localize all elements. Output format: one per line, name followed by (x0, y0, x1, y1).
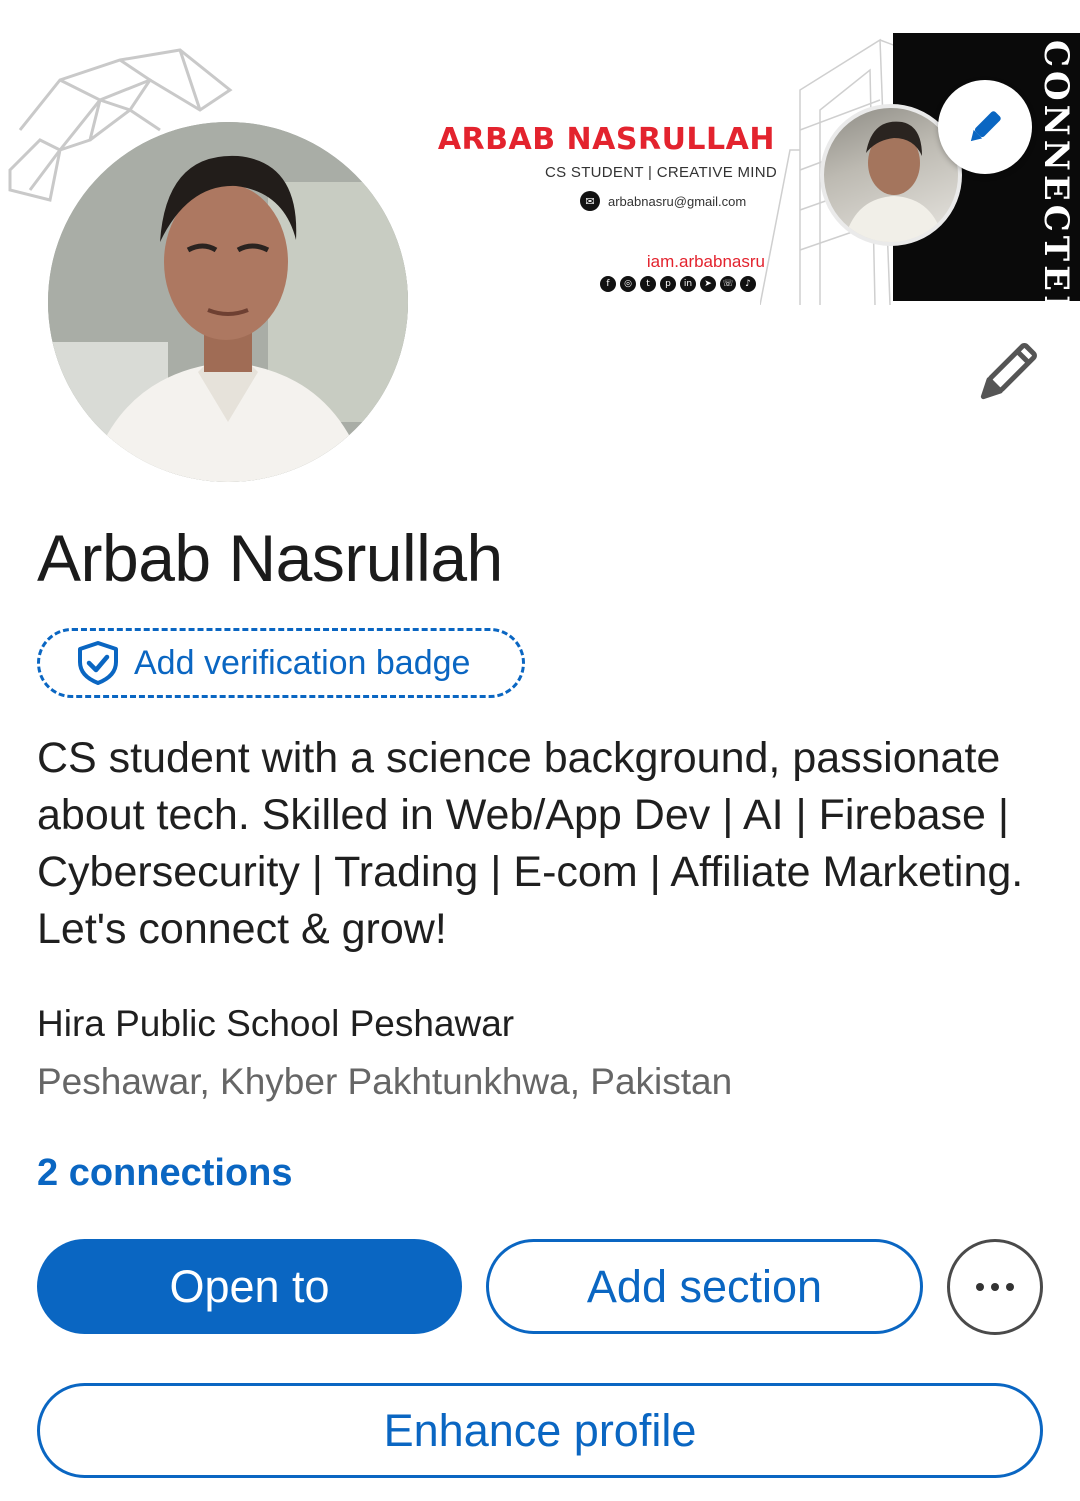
instagram-icon: ◎ (620, 276, 636, 292)
whatsapp-icon: ☏ (720, 276, 736, 292)
linkedin-icon: in (680, 276, 696, 292)
profile-school[interactable]: Hira Public School Peshawar (37, 1003, 514, 1045)
facebook-icon: f (600, 276, 616, 292)
add-verification-badge-button[interactable]: Add verification badge (37, 628, 525, 698)
connections-link[interactable]: 2 connections (37, 1152, 293, 1195)
more-dot-icon (1006, 1283, 1014, 1291)
profile-location: Peshawar, Khyber Pakhtunkhwa, Pakistan (37, 1061, 733, 1102)
cover-social-icons: f ◎ t p in ➤ ☏ ♪ (600, 276, 756, 292)
profile-headline: CS student with a science background, pa… (37, 734, 1024, 953)
pencil-icon (970, 111, 1001, 142)
telegram-icon: ➤ (700, 276, 716, 292)
cover-email-row: ✉ arbabnasru@gmail.com (580, 191, 746, 211)
verification-label: Add verification badge (134, 643, 471, 682)
shield-check-icon (78, 641, 118, 685)
edit-cover-button[interactable] (938, 80, 1032, 174)
cover-email: arbabnasru@gmail.com (608, 193, 747, 209)
cover-tagline: CS STUDENT | CREATIVE MIND (545, 164, 777, 181)
more-options-button[interactable] (947, 1239, 1043, 1335)
open-to-button[interactable]: Open to (37, 1239, 462, 1334)
more-dot-icon (991, 1283, 999, 1291)
add-section-button[interactable]: Add section (486, 1239, 923, 1334)
twitter-icon: t (640, 276, 656, 292)
tiktok-icon: ♪ (740, 276, 756, 292)
profile-name: Arbab Nasrullah (37, 521, 503, 595)
pinterest-icon: p (660, 276, 676, 292)
enhance-profile-button[interactable]: Enhance profile (37, 1383, 1043, 1478)
edit-profile-pencil-icon[interactable] (970, 338, 1042, 410)
mail-icon: ✉ (580, 191, 600, 211)
cover-handle: iam.arbabnasru (646, 252, 765, 271)
cover-vertical-text: CONNECTED (1036, 40, 1076, 305)
profile-photo[interactable] (48, 122, 408, 482)
cover-name: ARBAB NASRULLAH (437, 122, 775, 157)
more-dot-icon (976, 1283, 984, 1291)
